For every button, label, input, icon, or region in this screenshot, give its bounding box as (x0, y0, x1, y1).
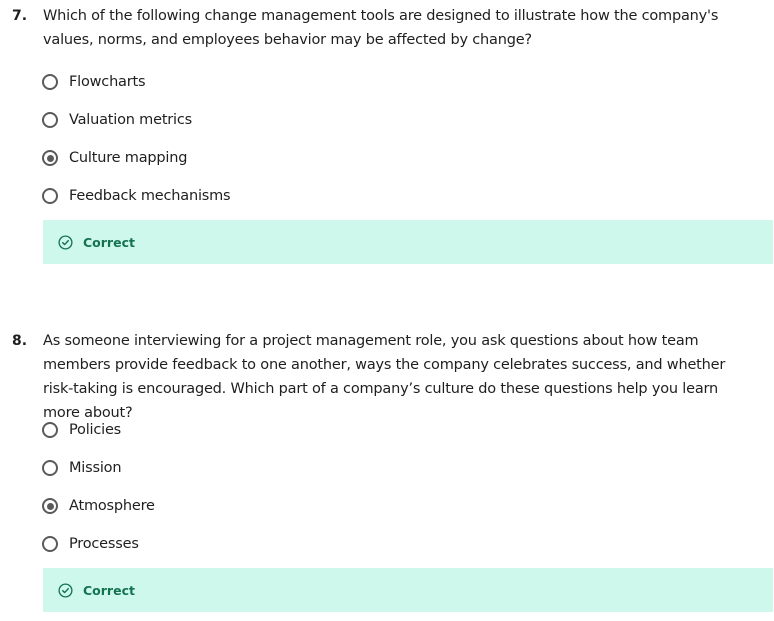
option-label: Feedback mechanisms (69, 188, 231, 204)
option-atmosphere[interactable]: Atmosphere (42, 495, 155, 517)
correct-feedback-banner: Correct (43, 568, 773, 612)
radio-button[interactable] (42, 112, 58, 128)
option-mission[interactable]: Mission (42, 457, 122, 479)
option-label: Policies (69, 422, 122, 438)
check-circle-icon (58, 234, 73, 250)
feedback-label: Correct (83, 582, 135, 598)
question-text: Which of the following change management… (43, 8, 719, 48)
option-feedback-mechanisms[interactable]: Feedback mechanisms (42, 185, 231, 207)
check-circle-icon (58, 582, 73, 598)
option-label: Processes (69, 536, 139, 552)
radio-button[interactable] (42, 188, 58, 204)
radio-button[interactable] (42, 422, 58, 438)
question-number: 7. (12, 8, 28, 24)
option-culture-mapping[interactable]: Culture mapping (42, 147, 187, 169)
option-label: Flowcharts (69, 74, 146, 90)
option-label: Mission (69, 460, 122, 476)
option-valuation-metrics[interactable]: Valuation metrics (42, 109, 192, 131)
option-label: Culture mapping (69, 150, 188, 166)
option-processes[interactable]: Processes (42, 533, 139, 555)
radio-button[interactable] (42, 74, 58, 90)
radio-button[interactable] (42, 536, 58, 552)
question-text: As someone interviewing for a project ma… (43, 333, 726, 421)
option-flowcharts[interactable]: Flowcharts (42, 71, 146, 93)
option-label: Valuation metrics (69, 112, 193, 128)
feedback-label: Correct (83, 234, 135, 250)
correct-feedback-banner: Correct (43, 220, 773, 264)
question-number: 8. (12, 333, 28, 349)
option-label: Atmosphere (69, 498, 155, 514)
radio-button[interactable] (42, 460, 58, 476)
option-policies[interactable]: Policies (42, 419, 121, 441)
radio-button-selected[interactable] (42, 150, 58, 166)
radio-button-selected[interactable] (42, 498, 58, 514)
